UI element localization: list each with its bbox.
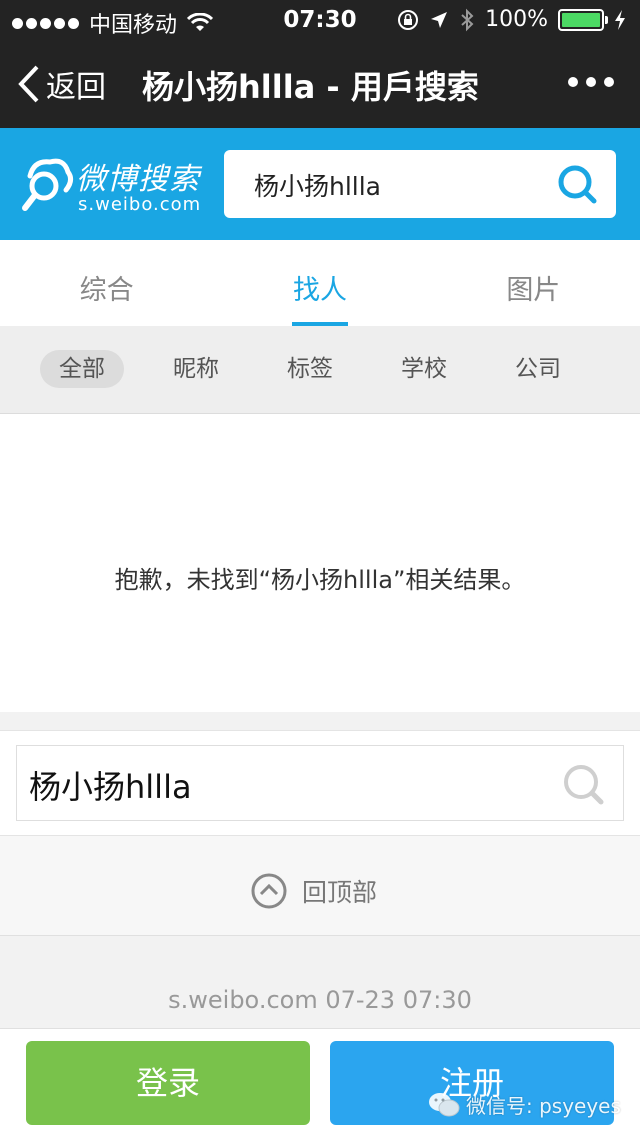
empty-result-panel: 抱歉，未找到“杨小扬hllla”相关结果。	[0, 414, 640, 712]
tab-overall[interactable]: 综合	[0, 240, 213, 326]
footer-text: s.weibo.com 07-23 07:30	[168, 986, 472, 1014]
wechat-watermark: 微信号: psyeyes	[428, 1090, 621, 1119]
bottom-search-input[interactable]: 杨小扬hllla	[16, 745, 624, 821]
back-to-top-label: 回顶部	[302, 878, 378, 907]
rotation-lock-icon	[398, 9, 419, 30]
filter-company[interactable]: 公司	[496, 350, 580, 388]
watermark-text: 微信号: psyeyes	[466, 1094, 621, 1118]
login-button[interactable]: 登录	[26, 1041, 310, 1125]
tab-people[interactable]: 找人	[213, 240, 426, 326]
chevron-left-icon	[18, 65, 39, 103]
magnifier-logo-icon	[22, 158, 74, 211]
chevron-up-circle-icon	[251, 873, 287, 909]
filter-nickname[interactable]: 昵称	[154, 350, 238, 388]
bottom-search-query: 杨小扬hllla	[29, 768, 192, 806]
logo-text: 微博搜索	[76, 162, 200, 197]
weibo-search-logo[interactable]: 微博搜索 s.weibo.com	[20, 154, 210, 218]
page-title: 杨小扬hllla - 用戶搜索	[142, 68, 479, 106]
header-search-input[interactable]: 杨小扬hllla	[224, 150, 616, 218]
search-icon[interactable]	[556, 163, 598, 205]
header-search-query: 杨小扬hllla	[254, 172, 382, 201]
bottom-action-bar: 登录 注册	[0, 1028, 640, 1136]
tab-images[interactable]: 图片	[427, 240, 640, 326]
location-arrow-icon	[431, 11, 448, 28]
filter-bar: 全部 昵称 标签 学校 公司	[0, 326, 640, 414]
weibo-search-header: 微博搜索 s.weibo.com 杨小扬hllla	[0, 128, 640, 240]
battery-percent: 100%	[485, 7, 548, 32]
back-button[interactable]: 返回	[18, 62, 106, 106]
filter-tag[interactable]: 标签	[268, 350, 352, 388]
bottom-search-section: 杨小扬hllla	[0, 730, 640, 836]
status-right: 100%	[397, 7, 626, 32]
filter-all[interactable]: 全部	[40, 350, 124, 388]
filter-school[interactable]: 学校	[382, 350, 466, 388]
wechat-logo-icon	[429, 1092, 460, 1116]
search-icon[interactable]	[561, 762, 605, 806]
back-to-top-section: 回顶部	[0, 836, 640, 936]
result-tabs: 综合 找人 图片	[0, 240, 640, 326]
logo-domain: s.weibo.com	[78, 194, 202, 215]
more-dots-icon[interactable]	[568, 77, 614, 87]
back-to-top-button[interactable]: 回顶部	[250, 872, 377, 910]
charging-icon	[615, 9, 625, 30]
bluetooth-icon	[461, 8, 474, 31]
empty-result-message: 抱歉，未找到“杨小扬hllla”相关结果。	[114, 566, 526, 594]
status-bar: 中国移动 07:30 100%	[0, 0, 640, 40]
battery-icon	[558, 8, 608, 31]
back-label: 返回	[46, 70, 106, 105]
nav-bar: 返回 杨小扬hllla - 用戶搜索	[0, 40, 640, 128]
